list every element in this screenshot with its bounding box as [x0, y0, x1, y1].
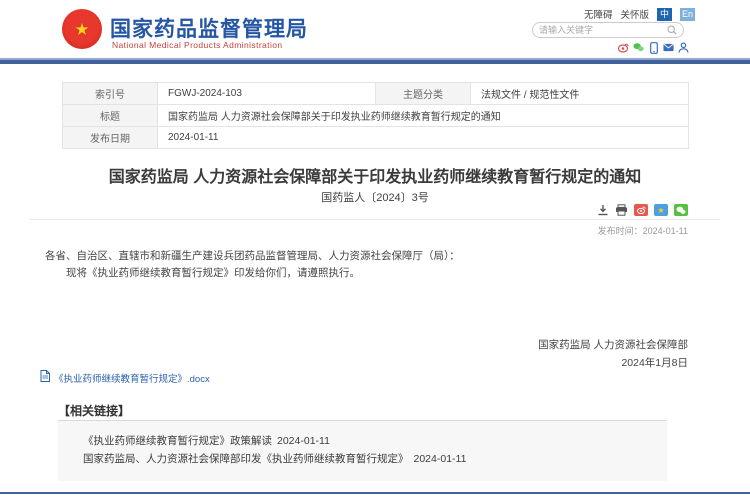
category-value: 法规文件 / 规范性文件: [471, 83, 689, 105]
related-link-item[interactable]: 国家药监局、人力资源社会保障部印发《执业药师继续教育暂行规定》 2024-01-1…: [83, 451, 466, 466]
publish-date-value: 2024-01-11: [158, 127, 689, 149]
doc-file-icon: [40, 369, 50, 387]
related-links-heading: 【相关链接】: [58, 402, 130, 419]
related-link-date: 2024-01-11: [414, 453, 467, 465]
article-title: 国家药监局 人力资源社会保障部关于印发执业药师继续教育暂行规定的通知: [45, 163, 705, 187]
attachment-filename[interactable]: 《执业药师继续教育暂行规定》.docx: [54, 371, 210, 385]
search-box[interactable]: [532, 22, 684, 38]
nmpa-page: ★ 国家药品监督管理局 National Medical Products Ad…: [0, 0, 750, 500]
article-body-line: 现将《执业药师继续教育暂行规定》印发给你们，请遵照执行。: [45, 265, 705, 282]
document-meta-table: 索引号 FGWJ-2024-103 主题分类 法规文件 / 规范性文件 标题 国…: [62, 82, 689, 149]
national-emblem-logo: ★: [62, 9, 102, 49]
site-subtitle: National Medical Products Administration: [112, 40, 283, 50]
footer-top-border: [0, 492, 750, 494]
index-number-label: 索引号: [63, 83, 158, 105]
print-icon[interactable]: [615, 204, 628, 216]
topbar: 无障碍 关怀版 中 En: [584, 7, 695, 21]
category-label: 主题分类: [376, 83, 471, 105]
article-sign-date: 2024年1月8日: [621, 355, 688, 370]
site-header: ★ 国家药品监督管理局 National Medical Products Ad…: [0, 0, 750, 58]
related-link-date: 2024-01-11: [277, 435, 330, 447]
article-signature: 国家药监局 人力资源社会保障部: [538, 337, 688, 352]
email-icon[interactable]: [663, 42, 674, 53]
article-toolbar: ★: [597, 204, 688, 216]
user-icon[interactable]: [678, 42, 689, 53]
download-icon[interactable]: [597, 204, 609, 216]
document-number: 国药监人〔2024〕3号: [45, 189, 705, 205]
share-qzone-icon[interactable]: ★: [654, 204, 668, 216]
search-icon[interactable]: [667, 25, 677, 35]
site-title: 国家药品监督管理局: [110, 13, 308, 43]
related-link-item[interactable]: 《执业药师继续教育暂行规定》政策解读 2024-01-11: [83, 433, 330, 448]
table-row: 索引号 FGWJ-2024-103 主题分类 法规文件 / 规范性文件: [63, 83, 689, 105]
search-input[interactable]: [539, 25, 667, 35]
index-number-value: FGWJ-2024-103: [158, 83, 376, 105]
table-row: 发布日期 2024-01-11: [63, 127, 689, 149]
lang-zh-button[interactable]: 中: [657, 8, 672, 21]
lang-en-button[interactable]: En: [680, 8, 695, 21]
toolbar-divider: [30, 219, 720, 220]
publish-time: 发布时间：2024-01-11: [598, 224, 688, 237]
weibo-icon[interactable]: [618, 42, 629, 53]
title-label: 标题: [63, 105, 158, 127]
share-wechat-icon[interactable]: [674, 204, 688, 216]
emblem-star-icon: ★: [74, 21, 89, 38]
title-value: 国家药监局 人力资源社会保障部关于印发执业药师继续教育暂行规定的通知: [158, 105, 689, 127]
related-link-text[interactable]: 《执业药师继续教育暂行规定》政策解读: [83, 435, 272, 447]
publish-date-label: 发布日期: [63, 127, 158, 149]
article-salutation: 各省、自治区、直辖市和新疆生产建设兵团药品监督管理局、人力资源社会保障厅（局）：: [45, 248, 705, 265]
table-row: 标题 国家药监局 人力资源社会保障部关于印发执业药师继续教育暂行规定的通知: [63, 105, 689, 127]
accessibility-link[interactable]: 无障碍: [584, 7, 613, 21]
wechat-icon[interactable]: [633, 42, 644, 53]
mobile-icon[interactable]: [648, 42, 659, 53]
related-link-text[interactable]: 国家药监局、人力资源社会保障部印发《执业药师继续教育暂行规定》: [83, 453, 409, 465]
attachment-link[interactable]: 《执业药师继续教育暂行规定》.docx: [40, 369, 210, 387]
share-weibo-icon[interactable]: [634, 204, 648, 216]
social-icons-row: [618, 42, 689, 53]
care-mode-link[interactable]: 关怀版: [620, 7, 649, 21]
header-divider-bar: [0, 58, 750, 64]
